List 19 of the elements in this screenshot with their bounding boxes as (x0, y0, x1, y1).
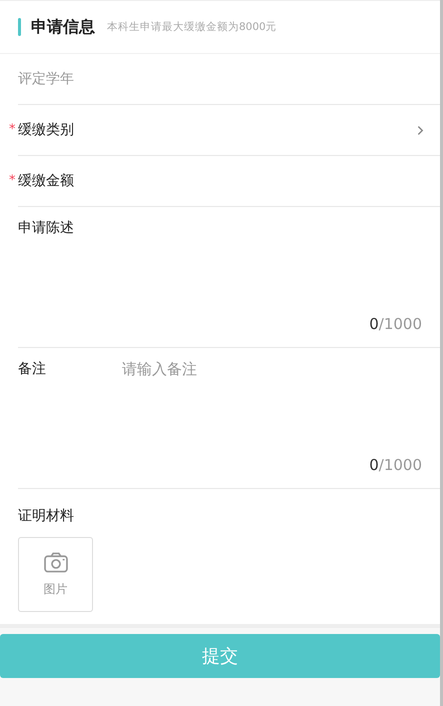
char-limit: /1000 (378, 456, 422, 474)
submit-button[interactable]: 提交 (0, 634, 440, 678)
accent-bar (18, 18, 21, 36)
char-limit: /1000 (378, 315, 422, 333)
char-count: 0 (369, 456, 379, 474)
char-count: 0 (369, 315, 379, 333)
field-label: 证明材料 (18, 507, 75, 525)
section-title: 申请信息 (31, 16, 95, 38)
field-label: 申请陈述 (18, 219, 75, 238)
section-note: 本科生申请最大缓缴金额为8000元 (107, 20, 277, 34)
camera-icon (42, 552, 68, 572)
text-area[interactable]: 请输入备注 (122, 360, 424, 440)
image-upload-button[interactable]: 图片 (18, 537, 93, 612)
required-mark: * (9, 173, 16, 188)
field-label: 缓缴金额 (18, 172, 75, 190)
field-label: 评定学年 (18, 70, 75, 88)
field-label: 缓缴类别 (18, 121, 75, 139)
field-label: 备注 (18, 360, 47, 379)
required-mark: * (9, 122, 16, 137)
